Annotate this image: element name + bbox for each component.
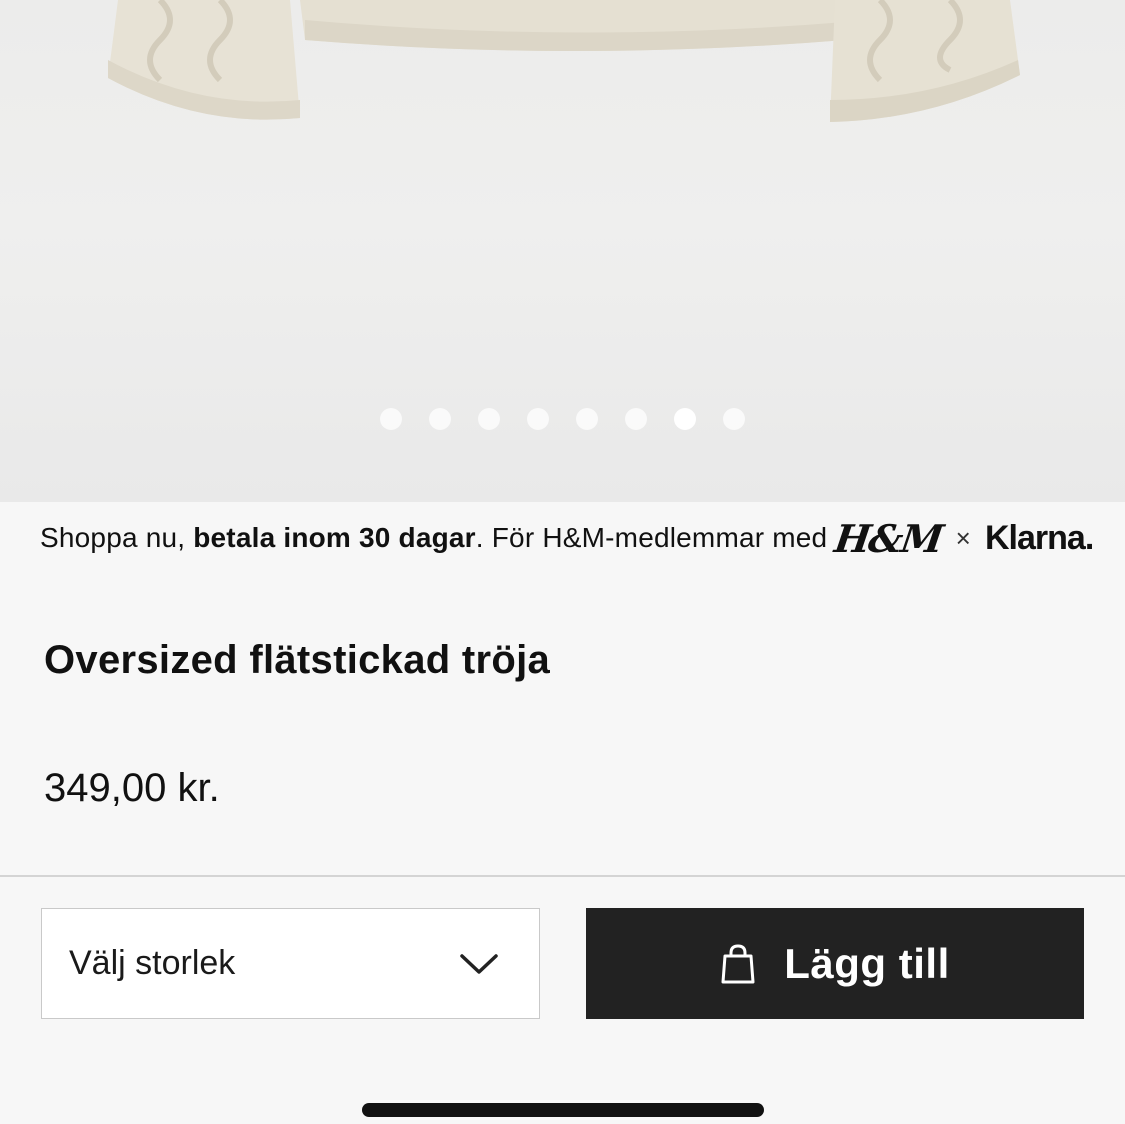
promo-text-bold: betala inom 30 dagar (193, 522, 476, 553)
chevron-down-icon (460, 953, 498, 974)
carousel-dot-active[interactable] (674, 408, 696, 430)
shopping-bag-icon (721, 943, 755, 983)
size-select[interactable]: Välj storlek (41, 908, 540, 1019)
promo-separator: × (955, 522, 971, 553)
divider (0, 875, 1125, 877)
sweater-image (108, 0, 1020, 122)
hm-logo: H&M (832, 515, 945, 561)
carousel-dot[interactable] (723, 408, 745, 430)
product-price: 349,00 kr. (44, 766, 220, 810)
promo-text-start: Shoppa nu, (40, 522, 194, 553)
home-indicator[interactable] (362, 1103, 764, 1117)
size-select-label: Välj storlek (69, 944, 236, 982)
carousel-dots (380, 408, 745, 430)
carousel-dot[interactable] (576, 408, 598, 430)
add-to-cart-label: Lägg till (784, 939, 950, 987)
carousel-dot[interactable] (429, 408, 451, 430)
add-to-cart-button[interactable]: Lägg till (586, 908, 1084, 1019)
carousel-dot[interactable] (527, 408, 549, 430)
product-title: Oversized flätstickad tröja (44, 638, 551, 682)
klarna-logo: Klarna. (985, 518, 1094, 557)
klarna-promo-banner[interactable]: Shoppa nu, betala inom 30 dagar . För H&… (0, 502, 1125, 574)
product-image[interactable] (0, 0, 1125, 502)
promo-text-end: . För H&M-medlemmar med (475, 522, 828, 553)
carousel-dot[interactable] (625, 408, 647, 430)
carousel-dot[interactable] (380, 408, 402, 430)
carousel-dot[interactable] (478, 408, 500, 430)
